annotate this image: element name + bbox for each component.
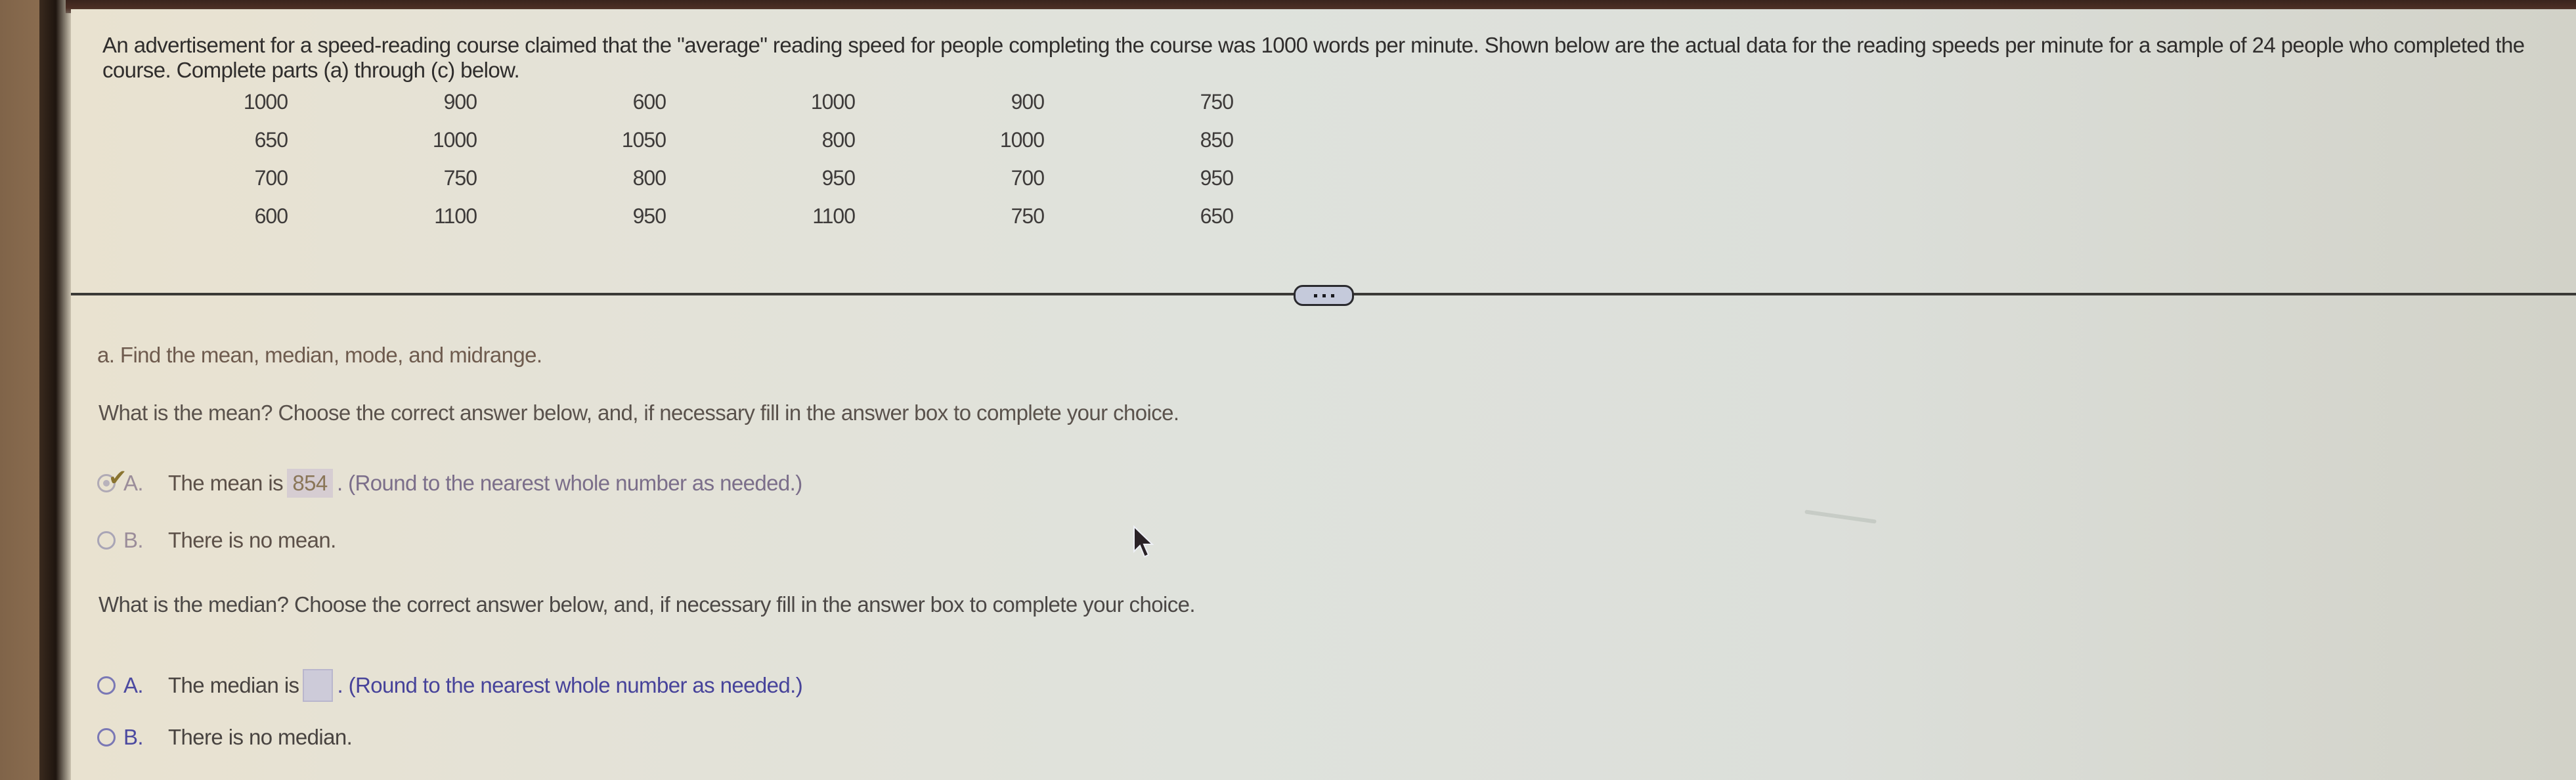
mean-answer-box[interactable]: 854 [286, 469, 333, 498]
table-cell: 1050 [621, 127, 666, 152]
ellipsis-icon [1313, 293, 1317, 297]
table-cell: 950 [1200, 165, 1234, 190]
table-cell: 650 [1200, 204, 1234, 228]
part-a-label: a. Find the mean, median, mode, and midr… [97, 343, 542, 367]
mean-option-a[interactable]: ✔ A. The mean is 854 . (Round to the nea… [97, 467, 802, 498]
option-text: The median is [167, 673, 299, 697]
table-cell: 900 [443, 89, 477, 114]
ellipsis-icon [1322, 293, 1326, 297]
table-cell: 750 [443, 165, 477, 190]
median-option-b[interactable]: B. There is no median. [97, 725, 353, 750]
expand-more-button[interactable] [1294, 285, 1354, 306]
table-cell: 900 [1011, 89, 1045, 114]
monitor-bezel [39, 0, 72, 780]
option-letter: A. [123, 673, 144, 697]
table-cell: 1100 [812, 204, 856, 228]
table-cell: 700 [254, 165, 288, 190]
option-letter: B. [123, 725, 144, 749]
table-cell: 1000 [432, 127, 477, 152]
option-text: The mean is [167, 471, 284, 495]
ellipsis-icon [1330, 293, 1334, 297]
radio-button-icon[interactable] [97, 676, 116, 695]
radio-button-icon[interactable] [97, 531, 116, 550]
mean-question: What is the mean? Choose the correct ans… [98, 401, 1179, 425]
table-cell: 750 [1200, 89, 1234, 114]
data-table: 1000 900 600 1000 900 750 650 1000 1050 … [196, 83, 1265, 235]
median-answer-box[interactable] [303, 669, 334, 702]
screen: An advertisement for a speed-reading cou… [71, 9, 2576, 780]
table-cell: 800 [821, 127, 856, 152]
table-row: 600 1100 950 1100 750 650 [196, 197, 1265, 235]
table-cell: 950 [821, 165, 856, 190]
radio-button-icon[interactable] [97, 728, 116, 747]
table-row: 650 1000 1050 800 1000 850 [196, 121, 1265, 159]
screen-smudge [1804, 509, 1877, 524]
option-text: There is no mean. [167, 528, 336, 552]
table-cell: 700 [1011, 165, 1045, 190]
option-hint: . (Round to the nearest whole number as … [336, 471, 802, 495]
table-cell: 1000 [810, 89, 856, 114]
median-question: What is the median? Choose the correct a… [98, 592, 1196, 617]
radio-selected-icon[interactable]: ✔ [97, 467, 127, 492]
table-cell: 650 [254, 127, 288, 152]
table-cell: 850 [1200, 127, 1234, 152]
table-cell: 1000 [999, 127, 1045, 152]
checkmark-icon: ✔ [108, 466, 127, 490]
problem-statement: An advertisement for a speed-reading cou… [102, 33, 2525, 82]
table-row: 1000 900 600 1000 900 750 [196, 83, 1265, 121]
mean-option-b[interactable]: B. There is no mean. [97, 528, 336, 553]
table-cell: 600 [632, 89, 666, 114]
option-text: There is no median. [167, 725, 353, 749]
option-hint: . (Round to the nearest whole number as … [337, 673, 803, 697]
table-cell: 600 [254, 204, 288, 228]
mouse-cursor-icon [1133, 525, 1154, 558]
table-cell: 750 [1011, 204, 1045, 228]
table-row: 700 750 800 950 700 950 [196, 159, 1265, 197]
table-cell: 800 [632, 165, 666, 190]
table-cell: 950 [632, 204, 666, 228]
table-cell: 1100 [434, 204, 477, 228]
table-cell: 1000 [243, 89, 288, 114]
option-letter: B. [123, 528, 144, 552]
median-option-a[interactable]: A. The median is . (Round to the nearest… [97, 669, 803, 702]
